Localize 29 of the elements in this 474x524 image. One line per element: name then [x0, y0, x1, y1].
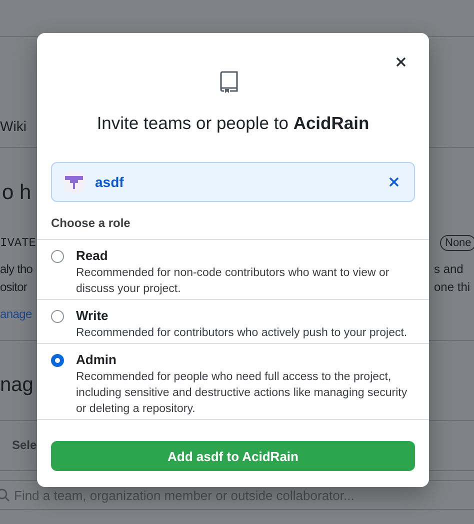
- invitee-name: asdf: [95, 174, 125, 190]
- column-header: Sele: [11, 438, 37, 452]
- search-icon: [0, 488, 10, 502]
- avatar-icon: [62, 170, 86, 194]
- add-button[interactable]: Add asdf to AcidRain: [51, 441, 415, 471]
- role-description: Recommended for non-code contributors who want to view or discuss your project.: [76, 266, 390, 297]
- role-badge: None: [440, 235, 474, 251]
- role-title: Write: [76, 307, 110, 325]
- role-label: Choose a role: [51, 215, 132, 231]
- dialog-title: Invite teams or people to AcidRain: [96, 112, 370, 135]
- visibility-label: IVATE: [0, 236, 37, 250]
- role-title: Read: [76, 247, 109, 265]
- role-description: Recommended for people who need full access to the project, including sensitive and destructive actions like managing security or deleting a repository.: [76, 370, 408, 417]
- body-text: s and: [433, 262, 464, 276]
- body-text: aly tho: [0, 262, 34, 276]
- remove-icon[interactable]: [388, 176, 400, 188]
- section-heading: o h: [1, 181, 32, 205]
- role-title: Admin: [76, 351, 118, 369]
- radio-button[interactable]: [51, 354, 64, 367]
- radio-button[interactable]: [51, 250, 64, 263]
- body-text: one thi: [433, 280, 472, 294]
- manage-link[interactable]: anage: [0, 307, 37, 321]
- radio-button[interactable]: [51, 310, 64, 323]
- book-icon: [218, 70, 240, 94]
- body-text: ositor: [0, 280, 28, 294]
- nav-tab[interactable]: Wiki: [0, 116, 37, 145]
- section-heading: nag: [0, 374, 34, 396]
- close-icon[interactable]: [395, 56, 407, 68]
- role-description: Recommended for contributors who actively push to your project.: [76, 326, 408, 341]
